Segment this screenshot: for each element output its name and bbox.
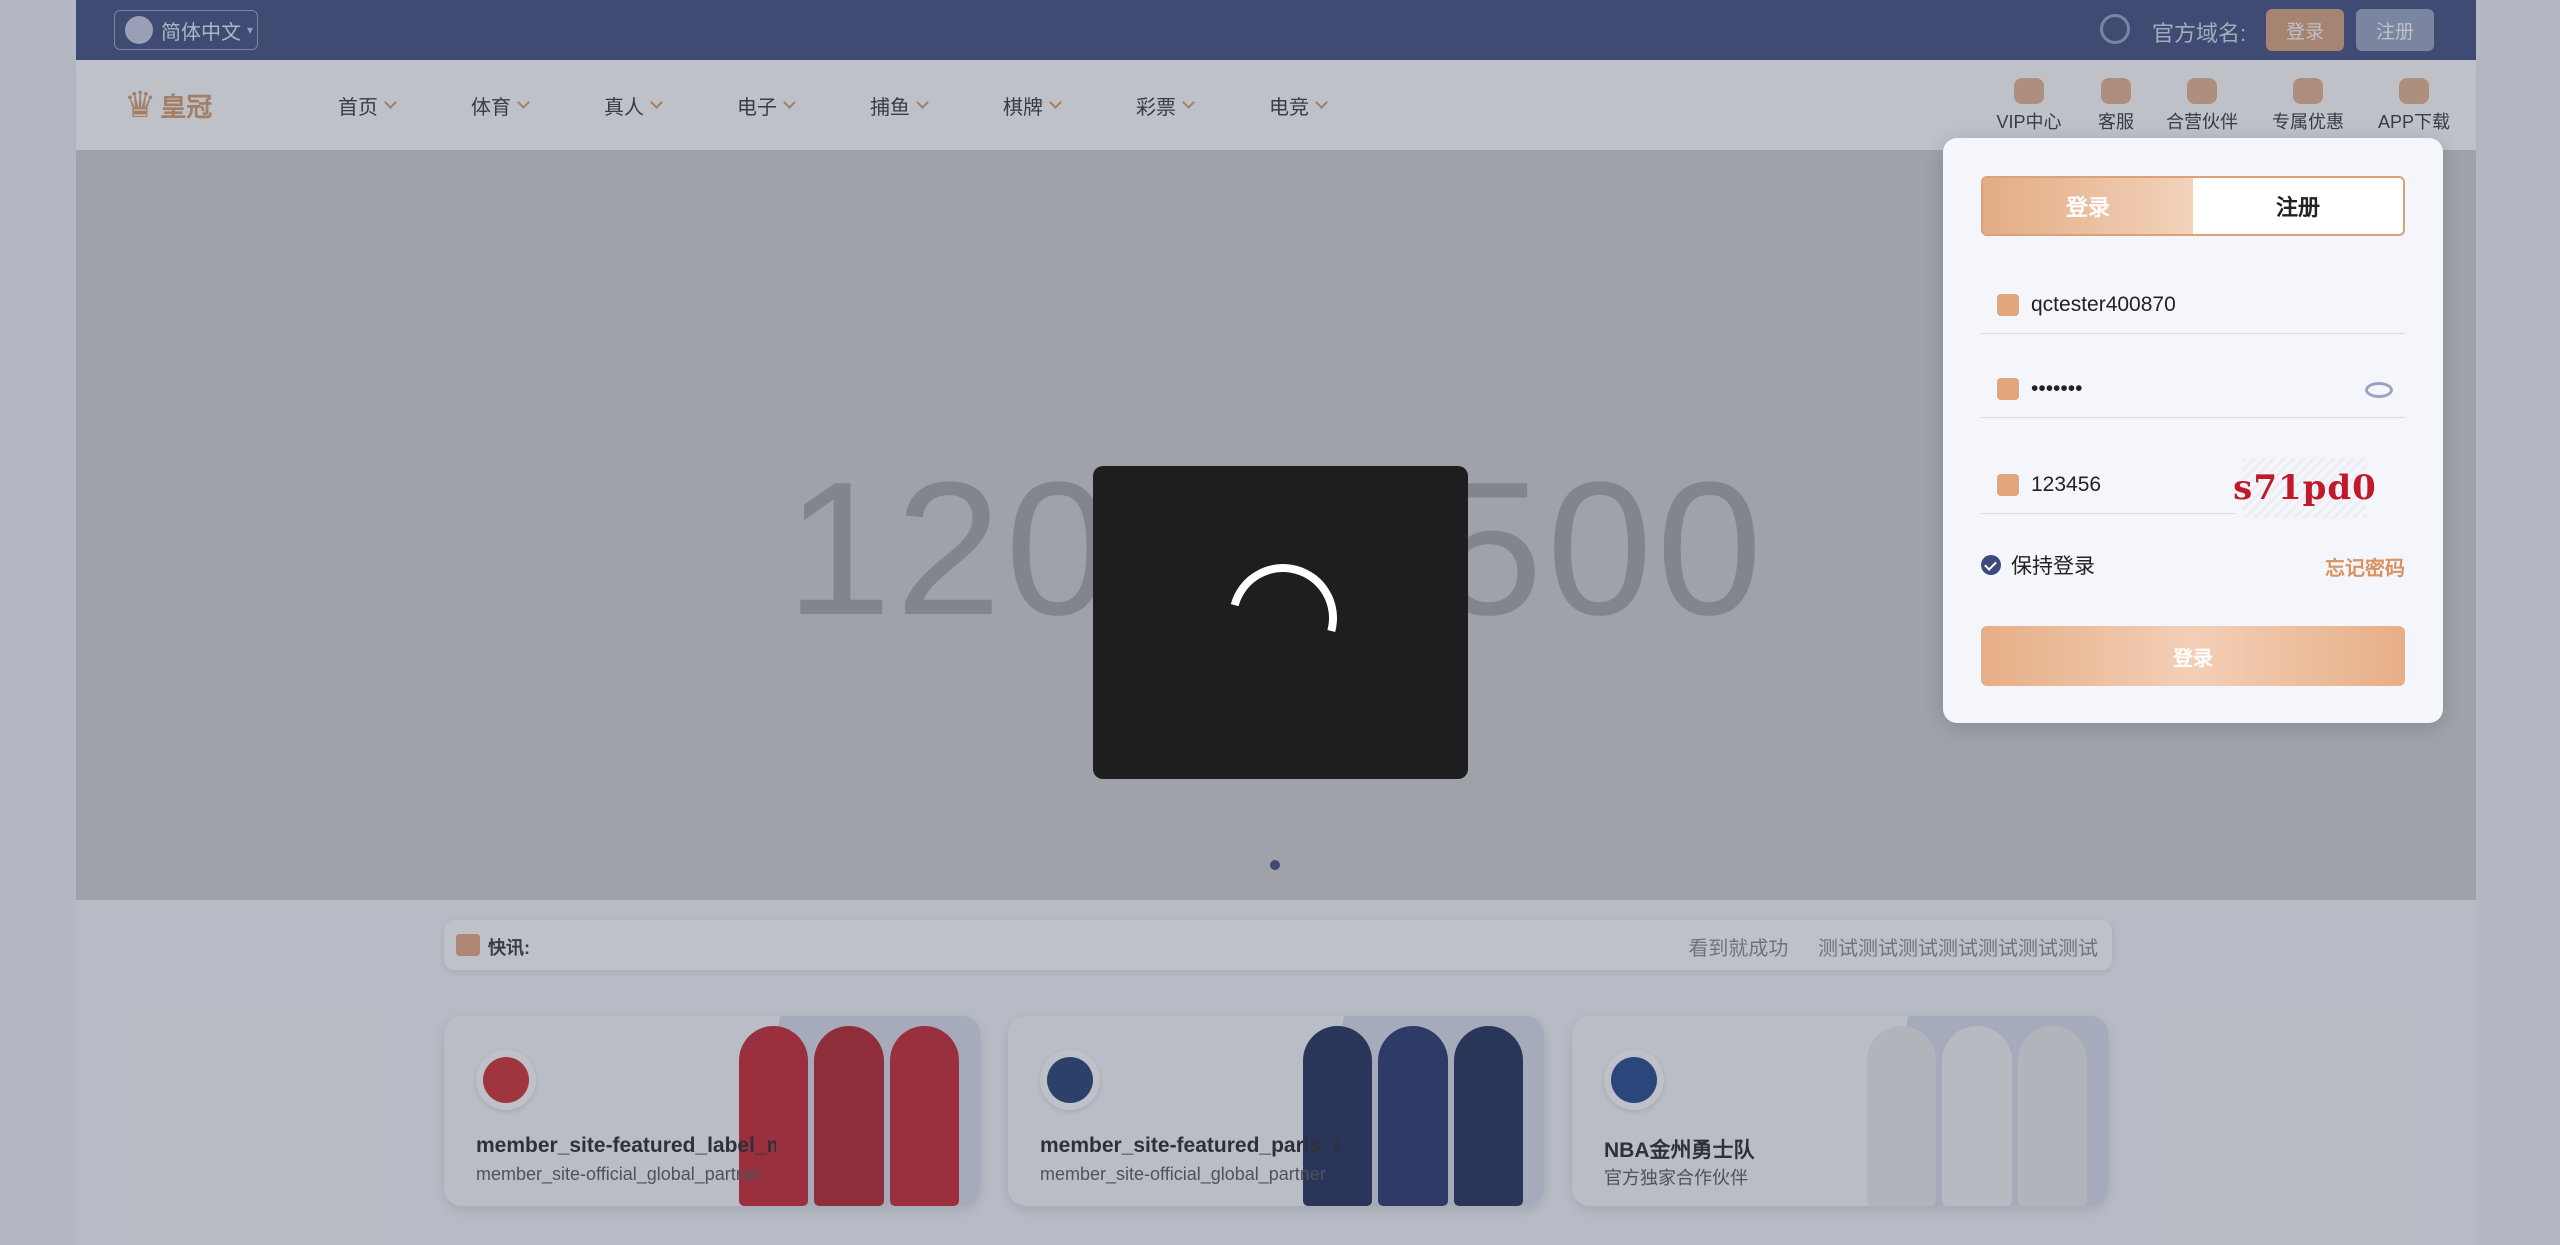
remember-login[interactable]: 保持登录 bbox=[1981, 550, 2095, 580]
eye-icon[interactable] bbox=[2365, 382, 2393, 398]
login-submit-button[interactable]: 登录 bbox=[1981, 626, 2405, 686]
captcha-input[interactable]: 123456 bbox=[2031, 473, 2101, 497]
shield-icon bbox=[1997, 473, 2019, 496]
captcha-image[interactable]: s71pd0 bbox=[2233, 458, 2376, 518]
remember-label: 保持登录 bbox=[2011, 555, 2095, 578]
password-field[interactable]: ••••••• bbox=[1981, 360, 2405, 418]
auth-tabs: 登录 注册 bbox=[1981, 176, 2405, 236]
loading-spinner-box bbox=[1093, 466, 1468, 779]
login-panel: 登录 注册 qctester400870 ••••••• 123456 s71p… bbox=[1943, 138, 2443, 723]
user-icon bbox=[1997, 293, 2019, 316]
lock-icon bbox=[1997, 377, 2019, 400]
captcha-field[interactable]: 123456 bbox=[1981, 456, 2235, 514]
username-input[interactable]: qctester400870 bbox=[2031, 293, 2176, 317]
spinner-icon bbox=[1209, 544, 1357, 692]
tab-register[interactable]: 注册 bbox=[2193, 178, 2403, 234]
tab-login[interactable]: 登录 bbox=[1983, 178, 2193, 234]
password-input[interactable]: ••••••• bbox=[2031, 377, 2082, 401]
username-field[interactable]: qctester400870 bbox=[1981, 276, 2405, 334]
checkbox-checked-icon[interactable] bbox=[1981, 555, 2001, 575]
forgot-password-link[interactable]: 忘记密码 bbox=[2325, 552, 2405, 581]
